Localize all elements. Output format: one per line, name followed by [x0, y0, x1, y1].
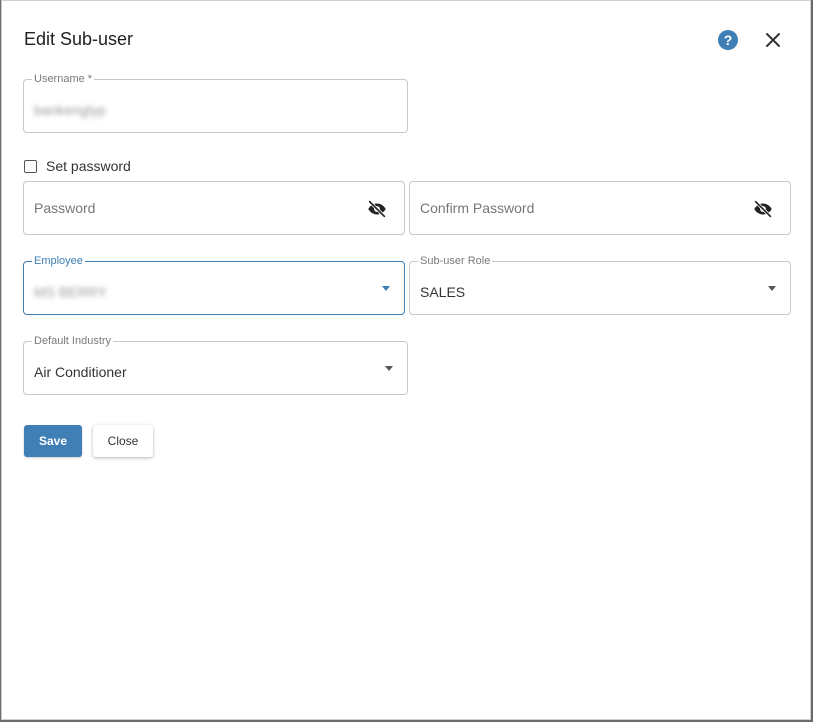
default-industry-select[interactable]: Default Industry Air Conditioner: [23, 334, 408, 395]
employee-value: MS BERRY: [34, 284, 107, 300]
save-button[interactable]: Save: [24, 425, 82, 457]
password-placeholder: Password: [34, 200, 96, 216]
help-icon[interactable]: ?: [718, 30, 738, 50]
eye-off-icon[interactable]: [752, 198, 774, 220]
default-industry-value: Air Conditioner: [34, 364, 127, 380]
chevron-down-icon[interactable]: [382, 286, 390, 291]
employee-label: Employee: [32, 254, 85, 268]
username-value: bankenglyp: [34, 102, 106, 118]
set-password-label: Set password: [46, 158, 131, 174]
chevron-down-icon[interactable]: [768, 286, 776, 291]
set-password-checkbox[interactable]: [24, 159, 37, 173]
username-label: Username *: [32, 72, 95, 86]
employee-select[interactable]: Employee MS BERRY: [23, 254, 405, 315]
close-button[interactable]: Close: [93, 425, 153, 457]
username-field[interactable]: Username * bankenglyp: [23, 72, 408, 133]
confirm-password-field[interactable]: Confirm Password: [409, 181, 791, 235]
confirm-password-placeholder: Confirm Password: [420, 200, 535, 216]
edit-sub-user-dialog: Edit Sub-user ? Username * bankenglyp Se…: [1, 0, 811, 720]
set-password-row: Set password: [24, 158, 131, 174]
chevron-down-icon[interactable]: [385, 366, 393, 371]
password-field[interactable]: Password: [23, 181, 405, 235]
close-icon[interactable]: [763, 30, 783, 50]
sub-user-role-select[interactable]: Sub-user Role SALES: [409, 254, 791, 315]
sub-user-role-value: SALES: [420, 284, 466, 300]
eye-off-icon[interactable]: [366, 198, 388, 220]
default-industry-label: Default Industry: [32, 334, 114, 348]
sub-user-role-label: Sub-user Role: [418, 254, 493, 268]
dialog-title: Edit Sub-user: [24, 29, 134, 49]
